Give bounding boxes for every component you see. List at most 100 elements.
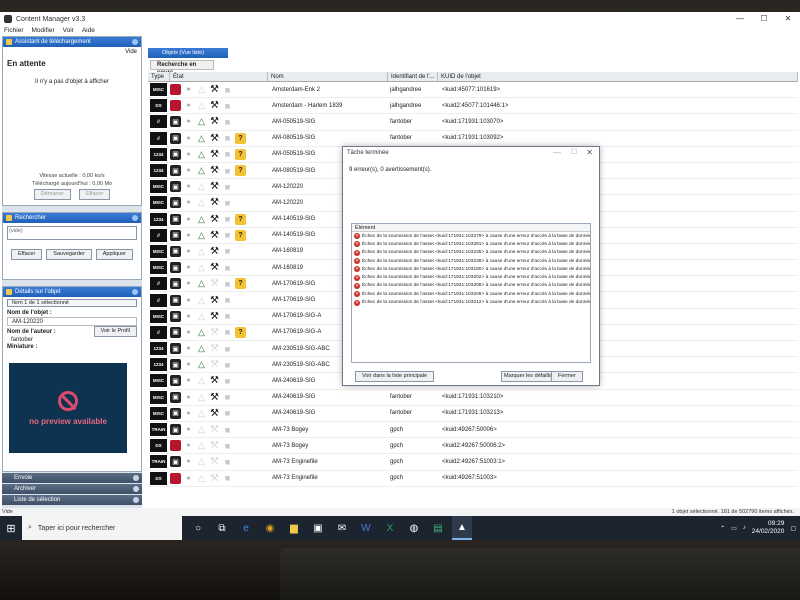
error-list-item[interactable]: ✕ Échec de la soumission de l'asset <kuid… (352, 249, 590, 257)
explorer-icon[interactable]: ▆ (284, 516, 304, 540)
error-list-item[interactable]: ✕ Échec de la soumission de l'asset <kuid… (352, 232, 590, 240)
blank-slot (235, 197, 246, 208)
collapse-icon[interactable] (132, 289, 138, 295)
state-cell: ▣ ● △ ⚒ ■ (170, 375, 268, 387)
table-row[interactable]: MISC ● △ ⚒ ■ Amsterdam-Enk 2 jalhgandree <kuid:… (148, 82, 798, 99)
task-view-icon[interactable]: ⧉ (212, 516, 232, 540)
search-panel-header[interactable]: Rechercher (3, 213, 141, 223)
table-row[interactable]: MISC▣ ● △ ⚒ ■ AM-240619-SIG fantober <kuid:1719… (148, 406, 798, 422)
selection-dropdown[interactable]: Item 1 de 1 sélectionné (7, 299, 137, 307)
minimize-icon[interactable]: — (728, 12, 752, 26)
tray-arrow-icon[interactable]: ⌃ (720, 525, 725, 532)
notifications-icon[interactable]: ▢ (790, 525, 796, 532)
cortana-icon[interactable]: ○ (188, 516, 208, 540)
table-row[interactable]: DS ● △ ⚒ ■ AM-73 Bogey gpch <kuid2:49267:50006:… (148, 438, 798, 455)
column-name[interactable]: Nom (268, 72, 388, 81)
blank-slot (235, 408, 246, 419)
close-icon[interactable]: ✕ (776, 12, 800, 26)
left-sidebar: Assistant de téléchargement Vide En atte… (2, 36, 142, 508)
close-icon[interactable]: ✕ (586, 148, 593, 157)
table-row[interactable]: //▣ ● △ ⚒ ■? AM-080519-SIG fantober <kuid:17193… (148, 131, 798, 147)
apply-search-button[interactable]: Appliquer (95, 249, 133, 260)
triangle-icon: △ (198, 375, 205, 386)
column-state[interactable]: État (170, 72, 268, 81)
error-list-item[interactable]: ✕ Échec de la soumission de l'asset <kuid… (352, 257, 590, 265)
app-icon-green[interactable]: ▤ (428, 516, 448, 540)
expand-icon[interactable] (133, 475, 139, 481)
search-input[interactable]: (vide) (7, 226, 137, 240)
error-list-header: Élément (352, 224, 590, 232)
error-text: Échec de la soumission de l'asset <kuid:… (362, 275, 590, 281)
tab-objects-list[interactable]: Objets (Vue liste) (148, 48, 228, 58)
menu-file[interactable]: Fichier (4, 26, 24, 36)
error-list-item[interactable]: ✕ Échec de la soumission de l'asset <kuid… (352, 240, 590, 248)
excel-icon[interactable]: X (380, 516, 400, 540)
error-icon: ✕ (354, 274, 360, 281)
tools-icon: ⚒ (210, 229, 219, 241)
maximize-icon[interactable]: ☐ (752, 12, 776, 26)
clear-downloads-button[interactable]: Effacer (78, 189, 111, 200)
error-list-item[interactable]: ✕ Échec de la soumission de l'asset <kuid… (352, 298, 590, 306)
column-type[interactable]: Type (148, 72, 170, 81)
error-list-item[interactable]: ✕ Échec de la soumission de l'asset <kuid… (352, 273, 590, 281)
download-buttons: Démarrer Effacer (3, 189, 141, 200)
error-icon: ✕ (354, 299, 360, 306)
collapse-icon[interactable] (132, 215, 138, 221)
clear-search-button[interactable]: Effacer (10, 249, 43, 260)
tools-icon: ⚒ (210, 424, 219, 436)
chrome-icon[interactable]: ◉ (260, 516, 280, 540)
edge-icon[interactable]: e (236, 516, 256, 540)
table-row[interactable]: //▣ ● △ ⚒ ■ AM-050519-SIG fantober <kuid:171931… (148, 114, 798, 131)
menu-help[interactable]: Aide (82, 26, 95, 36)
state-cell: ▣ ● △ ⚒ ■ (170, 359, 268, 371)
lock-icon: ▣ (170, 165, 181, 177)
network-icon[interactable]: ▭ (731, 525, 737, 532)
error-list-item[interactable]: ✕ Échec de la soumission de l'asset <kuid… (352, 290, 590, 298)
column-kuid[interactable]: KUID de l'objet (438, 72, 798, 81)
clock[interactable]: 09:29 24/02/2020 (752, 520, 785, 536)
table-row[interactable]: TRAIN ▣ ● △ ⚒ ■ AM-73 Enginefile gpch <kuid2:492… (148, 454, 798, 471)
view-in-main-list-button[interactable]: Voir dans la liste principale (355, 371, 435, 382)
windows-start-icon[interactable]: ⊞ (0, 516, 22, 540)
column-author[interactable]: Identifiant de l'... (388, 72, 438, 81)
mail-icon[interactable]: ✉ (332, 516, 352, 540)
expand-icon[interactable] (133, 497, 139, 503)
tools-icon: ⚒ (210, 213, 219, 225)
panel-selection-list[interactable]: Liste de sélection (2, 495, 142, 505)
state-cell: ▣ ● △ ⚒ ■ (170, 181, 268, 193)
state-cell: ▣ ● △ ⚒ ■ (170, 116, 268, 128)
expand-icon[interactable] (133, 486, 139, 492)
menu-view[interactable]: Voir (63, 26, 74, 36)
triangle-icon: △ (198, 407, 205, 418)
download-panel-header[interactable]: Assistant de téléchargement (3, 37, 141, 47)
details-panel-header[interactable]: Détails sur l'objet (3, 287, 141, 297)
type-cell: // (148, 228, 170, 242)
volume-icon[interactable]: ♪ (743, 525, 746, 531)
blank-slot (235, 84, 246, 95)
error-list-item[interactable]: ✕ Échec de la soumission de l'asset <kuid… (352, 282, 590, 290)
tab-current-search[interactable]: Recherche en cours (150, 60, 214, 76)
table-row[interactable]: TRAIN ▣ ● △ ⚒ ■ AM-73 Bogey gpch <kuid:49267:500… (148, 422, 798, 439)
start-button[interactable]: Démarrer (33, 189, 71, 200)
messaging-icon[interactable]: ◍ (404, 516, 424, 540)
view-profile-button[interactable]: Voir le Profil (93, 326, 137, 337)
word-icon[interactable]: W (356, 516, 376, 540)
store-icon[interactable]: ▣ (308, 516, 328, 540)
collapse-icon[interactable] (132, 39, 138, 45)
menu-edit[interactable]: Modifier (32, 26, 55, 36)
error-list-item[interactable]: ✕ Échec de la soumission de l'asset <kuid… (352, 265, 590, 273)
dialog-close-button[interactable]: Fermer (551, 371, 583, 382)
error-icon: ✕ (354, 241, 360, 248)
taskbar-search[interactable]: ⌕ Taper ici pour rechercher (22, 516, 182, 540)
panel-envoie[interactable]: Envoie (2, 473, 142, 483)
type-icon: DS (150, 471, 167, 485)
table-row[interactable]: MISC▣ ● △ ⚒ ■ AM-240619-SIG fantober <kuid:1719… (148, 390, 798, 406)
table-row[interactable]: DS ● △ ⚒ ■ Amsterdam - Harlem 1839 jalhgandree… (148, 98, 798, 115)
triangle-icon: △ (198, 326, 205, 337)
state-cell: ● △ ⚒ ■ (170, 100, 268, 112)
panel-archiver[interactable]: Archiver (2, 484, 142, 494)
content-manager-taskbar-icon[interactable]: ▲ (452, 516, 472, 540)
error-list[interactable]: Élément ✕ Échec de la soumission de l'ass… (351, 223, 591, 363)
table-row[interactable]: DS ● △ ⚒ ■ AM-73 Enginefile gpch <kuid:49267:51… (148, 471, 798, 487)
save-search-button[interactable]: Sauvegarder (46, 249, 92, 260)
